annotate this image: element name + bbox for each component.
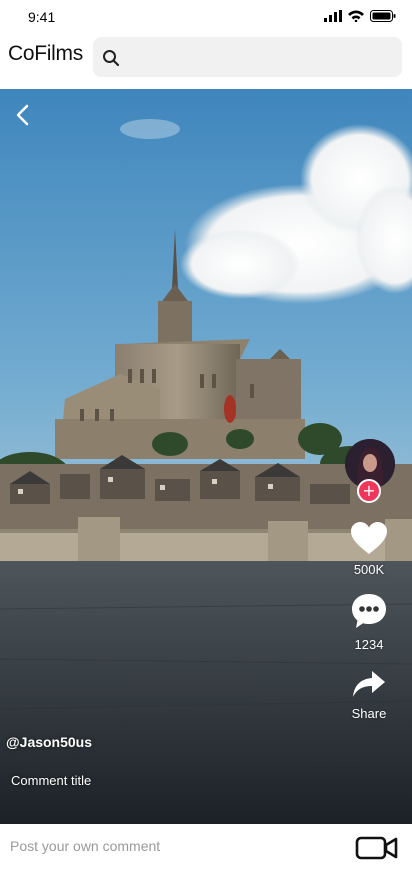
back-button[interactable] [13,103,33,127]
wifi-icon [348,10,364,22]
like-button[interactable]: 500K [342,521,396,577]
comment-bar [0,824,412,870]
status-bar: 9:41 [0,0,412,34]
app-header: CoFilms [0,34,412,89]
chevron-left-icon [16,104,29,126]
record-video-button[interactable] [355,836,399,860]
comments-button[interactable]: 1234 [342,592,396,652]
status-time: 9:41 [28,9,56,25]
search-bar[interactable] [93,37,402,77]
share-label: Share [351,706,387,721]
share-button[interactable]: Share [342,669,396,721]
video-camera-icon [355,836,398,860]
heart-icon [351,522,387,554]
signal-icon [324,10,342,22]
follow-button[interactable]: + [357,479,381,503]
plus-icon: + [362,481,376,500]
share-arrow-icon [353,671,385,697]
comment-title: Comment title [11,773,92,788]
app-title: CoFilms [8,42,83,65]
status-icons [324,8,396,24]
comment-count: 1234 [354,637,384,652]
battery-icon [370,10,396,22]
speech-bubble-icon [352,594,386,628]
creator-username[interactable]: @Jason50us [6,734,92,750]
comment-input[interactable] [10,834,310,858]
search-icon [103,50,120,67]
like-count: 500K [353,562,385,577]
